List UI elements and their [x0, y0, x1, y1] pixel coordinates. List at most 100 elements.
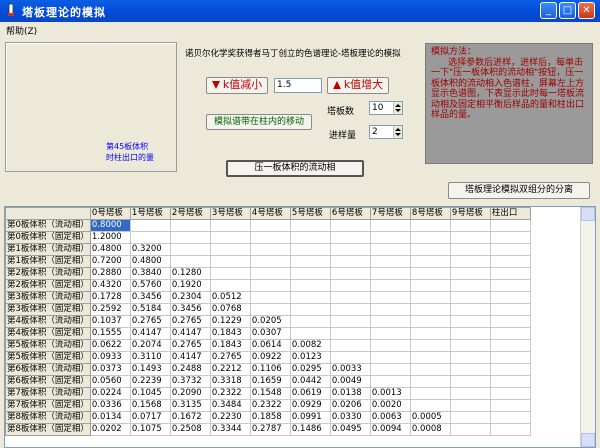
table-cell[interactable]: 0.2592 — [89, 303, 131, 316]
table-cell[interactable] — [289, 255, 331, 268]
table-cell[interactable] — [369, 267, 411, 280]
table-cell[interactable] — [169, 231, 211, 244]
table-cell[interactable]: 0.0495 — [329, 423, 371, 436]
table-cell[interactable] — [449, 351, 491, 364]
table-cell[interactable] — [489, 255, 531, 268]
push-mobile-phase-button[interactable]: 压一板体积的流动相 — [226, 160, 364, 177]
table-cell[interactable] — [289, 291, 331, 304]
separation-simulation-button[interactable]: 塔板理论模拟双组分的分离 — [448, 182, 590, 199]
table-cell[interactable]: 0.1229 — [209, 315, 251, 328]
table-cell[interactable] — [489, 387, 531, 400]
table-cell[interactable] — [289, 279, 331, 292]
table-cell[interactable]: 0.1075 — [129, 423, 171, 436]
vertical-scrollbar[interactable] — [580, 207, 595, 447]
table-cell[interactable] — [369, 255, 411, 268]
table-cell[interactable]: 0.2304 — [169, 291, 211, 304]
table-cell[interactable] — [329, 243, 371, 256]
table-cell[interactable] — [289, 219, 331, 232]
table-cell[interactable] — [209, 219, 251, 232]
table-cell[interactable] — [449, 375, 491, 388]
table-cell[interactable] — [329, 279, 371, 292]
table-cell[interactable] — [449, 279, 491, 292]
maximize-button[interactable]: □ — [559, 2, 576, 19]
injection-spin-buttons[interactable] — [393, 126, 402, 138]
table-cell[interactable]: 0.1493 — [129, 363, 171, 376]
table-cell[interactable] — [489, 423, 531, 436]
table-cell[interactable] — [449, 339, 491, 352]
k-decrease-button[interactable]: k值减小 — [206, 77, 268, 94]
table-cell[interactable]: 0.2765 — [209, 351, 251, 364]
table-cell[interactable]: 0.2880 — [89, 267, 131, 280]
table-cell[interactable]: 0.3484 — [209, 399, 251, 412]
move-band-button[interactable]: 模拟谱带在柱内的移动 — [206, 114, 312, 130]
table-cell[interactable] — [249, 267, 291, 280]
scroll-down-button[interactable] — [581, 433, 595, 447]
table-cell[interactable]: 0.0768 — [209, 303, 251, 316]
table-cell[interactable]: 0.0922 — [249, 351, 291, 364]
table-cell[interactable]: 0.0005 — [409, 411, 451, 424]
table-cell[interactable]: 0.3456 — [169, 303, 211, 316]
table-cell[interactable]: 0.4800 — [129, 255, 171, 268]
table-cell[interactable] — [449, 423, 491, 436]
table-cell[interactable]: 0.0929 — [289, 399, 331, 412]
table-cell[interactable]: 0.0063 — [369, 411, 411, 424]
table-cell[interactable] — [209, 279, 251, 292]
k-increase-button[interactable]: k值增大 — [327, 77, 389, 94]
table-cell[interactable]: 0.1045 — [129, 387, 171, 400]
table-cell[interactable] — [409, 315, 451, 328]
table-cell[interactable]: 0.4147 — [169, 327, 211, 340]
table-cell[interactable] — [409, 279, 451, 292]
table-cell[interactable] — [289, 303, 331, 316]
table-cell[interactable] — [369, 375, 411, 388]
table-cell[interactable] — [489, 303, 531, 316]
table-cell[interactable]: 0.5184 — [129, 303, 171, 316]
table-cell[interactable] — [209, 267, 251, 280]
table-cell[interactable] — [409, 267, 451, 280]
table-cell[interactable] — [209, 231, 251, 244]
table-cell[interactable]: 0.0094 — [369, 423, 411, 436]
table-cell[interactable]: 0.2074 — [129, 339, 171, 352]
table-cell[interactable]: 0.0008 — [409, 423, 451, 436]
table-cell[interactable] — [289, 315, 331, 328]
menu-help[interactable]: 帮助(Z) — [6, 24, 37, 37]
table-cell[interactable]: 0.3840 — [129, 267, 171, 280]
table-cell[interactable]: 0.2212 — [209, 363, 251, 376]
table-cell[interactable] — [489, 279, 531, 292]
table-cell[interactable] — [449, 243, 491, 256]
table-cell[interactable] — [369, 315, 411, 328]
table-cell[interactable]: 0.0560 — [89, 375, 131, 388]
table-cell[interactable] — [449, 387, 491, 400]
injection-spinner[interactable]: 2 — [369, 125, 403, 139]
table-cell[interactable]: 0.0307 — [249, 327, 291, 340]
table-cell[interactable] — [409, 219, 451, 232]
table-cell[interactable] — [289, 231, 331, 244]
table-cell[interactable] — [369, 231, 411, 244]
table-cell[interactable] — [449, 315, 491, 328]
table-cell[interactable]: 0.7200 — [89, 255, 131, 268]
table-cell[interactable] — [449, 255, 491, 268]
table-cell[interactable]: 0.1106 — [249, 363, 291, 376]
table-cell[interactable]: 0.1568 — [129, 399, 171, 412]
table-cell[interactable] — [489, 327, 531, 340]
table-cell[interactable] — [329, 255, 371, 268]
table-cell[interactable] — [329, 219, 371, 232]
table-cell[interactable] — [449, 291, 491, 304]
table-cell[interactable] — [489, 399, 531, 412]
table-cell[interactable]: 0.2322 — [249, 399, 291, 412]
table-cell[interactable]: 0.4320 — [89, 279, 131, 292]
table-cell[interactable]: 0.1843 — [209, 339, 251, 352]
table-cell[interactable]: 0.0614 — [249, 339, 291, 352]
table-cell[interactable] — [449, 399, 491, 412]
table-cell[interactable]: 0.0049 — [329, 375, 371, 388]
table-cell[interactable]: 0.2239 — [129, 375, 171, 388]
table-cell[interactable]: 0.1843 — [209, 327, 251, 340]
table-cell[interactable]: 0.0134 — [89, 411, 131, 424]
table-cell[interactable]: 0.0622 — [89, 339, 131, 352]
table-cell[interactable] — [409, 399, 451, 412]
table-cell[interactable] — [249, 279, 291, 292]
table-cell[interactable] — [369, 219, 411, 232]
table-cell[interactable]: 0.3344 — [209, 423, 251, 436]
table-cell[interactable] — [249, 303, 291, 316]
table-cell[interactable] — [169, 219, 211, 232]
table-cell[interactable]: 0.2230 — [209, 411, 251, 424]
